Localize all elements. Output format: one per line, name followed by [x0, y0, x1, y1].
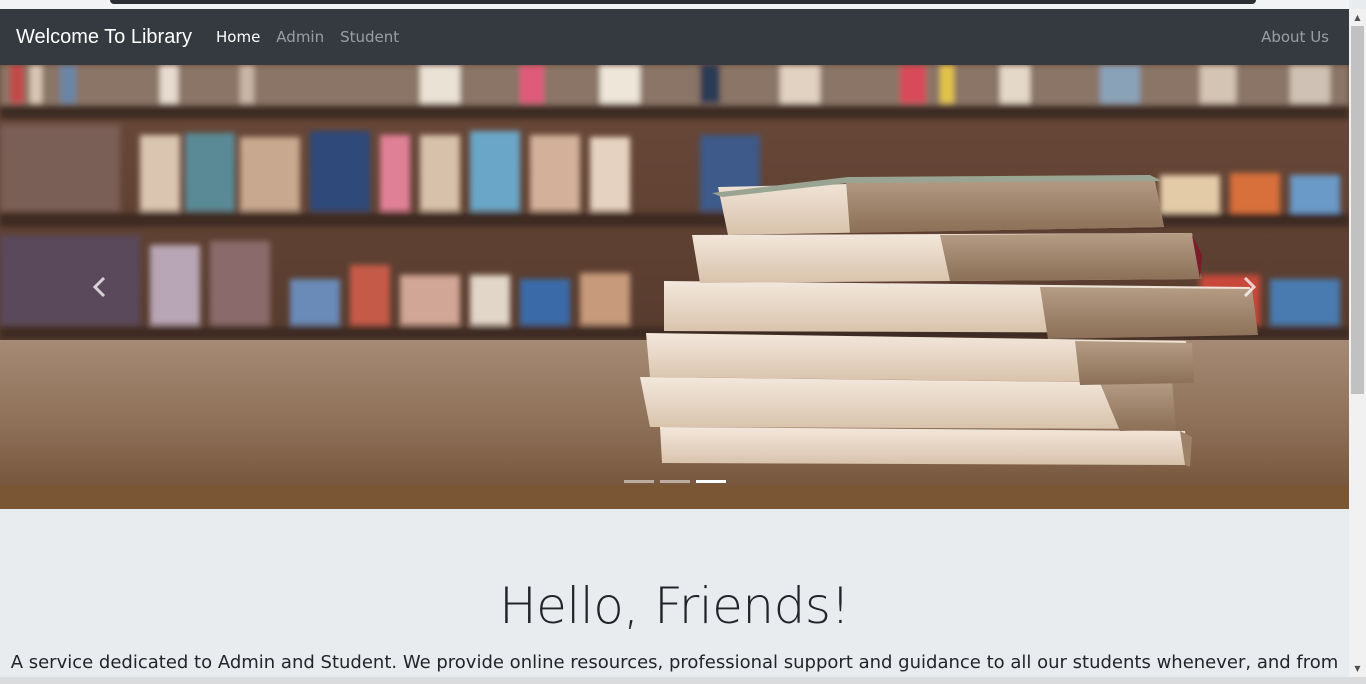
carousel-prev-button[interactable] — [0, 65, 200, 509]
scroll-up-arrow-icon[interactable]: ▲ — [1349, 9, 1366, 26]
nav-link-home[interactable]: Home — [208, 9, 268, 65]
jumbotron-lead: A service dedicated to Admin and Student… — [10, 652, 1339, 673]
carousel-indicator[interactable] — [660, 480, 690, 483]
nav-links: Home Admin Student — [208, 9, 407, 65]
library-books-image — [0, 65, 1349, 509]
carousel — [0, 65, 1349, 509]
carousel-indicator-active[interactable] — [696, 480, 726, 483]
jumbotron: Hello, Friends! A service dedicated to A… — [0, 509, 1349, 684]
browser-top-strip — [0, 0, 1349, 9]
browser-tab-bar — [110, 0, 1256, 4]
page-scrollbar[interactable]: ▲ ▼ — [1349, 9, 1366, 677]
jumbotron-heading: Hello, Friends! — [499, 577, 850, 635]
navbar: Welcome To Library Home Admin Student Ab… — [0, 9, 1349, 65]
chevron-right-icon — [1243, 277, 1257, 297]
carousel-indicator[interactable] — [624, 480, 654, 483]
nav-link-student[interactable]: Student — [332, 9, 407, 65]
carousel-indicators — [624, 480, 726, 483]
nav-right: About Us — [1253, 9, 1337, 65]
navbar-brand[interactable]: Welcome To Library — [16, 23, 192, 51]
taskbar-strip — [0, 677, 1366, 684]
nav-link-about-us[interactable]: About Us — [1253, 9, 1337, 65]
chevron-left-icon — [92, 277, 106, 297]
carousel-next-button[interactable] — [1149, 65, 1349, 509]
nav-link-admin[interactable]: Admin — [268, 9, 332, 65]
scroll-down-arrow-icon[interactable]: ▼ — [1349, 660, 1366, 677]
scrollbar-thumb[interactable] — [1351, 26, 1364, 394]
